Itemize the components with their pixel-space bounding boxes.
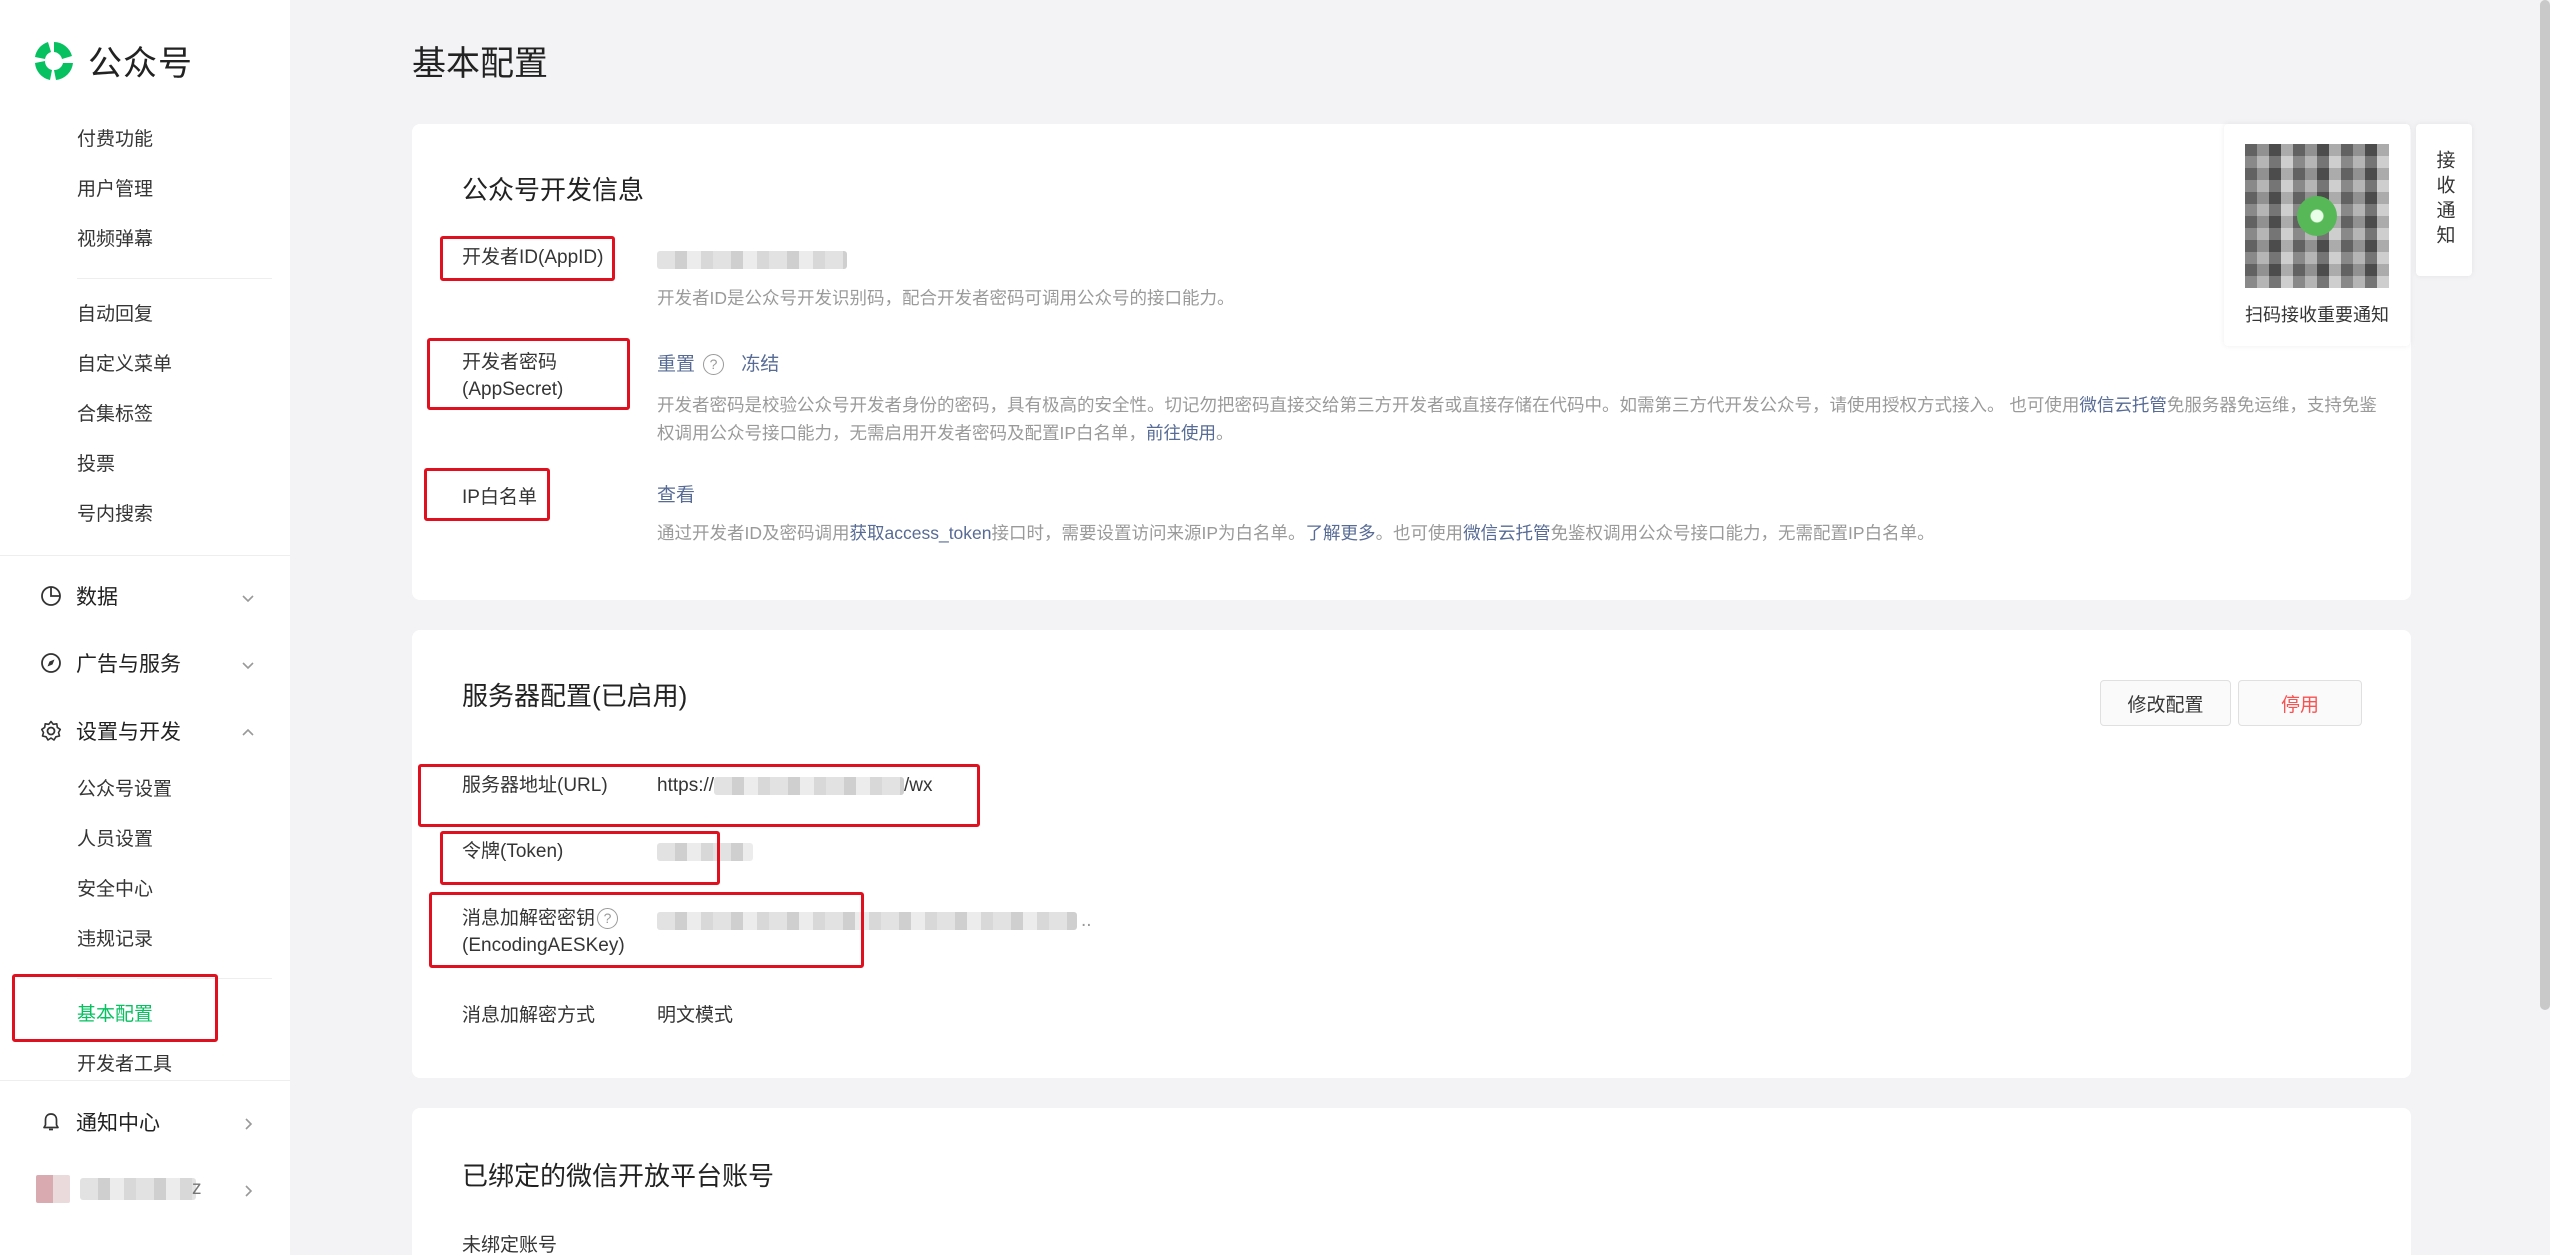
sidebar-user-account[interactable]: z <box>36 1173 256 1205</box>
help-circle-icon[interactable]: ? <box>703 354 725 376</box>
appid-description: 开发者ID是公众号开发识别码，配合开发者密码可调用公众号的接口能力。 <box>657 288 1235 308</box>
aes-key-tail: .. <box>1081 910 1092 931</box>
sidebar-group-data[interactable]: 数据 <box>40 580 256 612</box>
get-access-token-link[interactable]: 获取access_token <box>850 523 992 543</box>
sidebar-item-violation-records[interactable]: 违规记录 <box>77 928 153 952</box>
highlight-box <box>424 468 550 521</box>
ip-whitelist-view-link[interactable]: 查看 <box>657 482 695 509</box>
qr-center-logo <box>2297 196 2337 236</box>
sidebar-item-user-management[interactable]: 用户管理 <box>77 178 153 202</box>
desc-text: 。也可使用 <box>1375 523 1464 543</box>
section-title: 公众号开发信息 <box>462 175 645 205</box>
receive-notification-label: 接收通知 <box>2433 150 2455 250</box>
sidebar-group-label: 设置与开发 <box>76 721 181 744</box>
desc-text: 通过开发者ID及密码调用 <box>657 523 850 543</box>
sidebar-notify-center[interactable]: 通知中心 <box>40 1106 256 1138</box>
app-root: 公众号 付费功能 用户管理 视频弹幕 自动回复 自定义菜单 合集标签 投票 号内… <box>0 0 2550 1255</box>
desc-text: 开发者密码是校验公众号开发者身份的密码，具有极高的安全性。切记勿把密码直接交给第… <box>657 395 2080 415</box>
desc-text: 。 <box>1216 423 1234 443</box>
chevron-down-icon <box>240 655 256 671</box>
qr-notify-card: 扫码接收重要通知 <box>2224 124 2410 346</box>
wechat-cloud-hosting-link[interactable]: 微信云托管 <box>2079 395 2167 415</box>
reset-secret-link[interactable]: 重置 <box>657 354 695 375</box>
dev-info-card: 公众号开发信息 开发者ID(AppID) 开发者ID是公众号开发识别码，配合开发… <box>412 124 2411 600</box>
freeze-secret-link[interactable]: 冻结 <box>741 354 779 375</box>
page-title: 基本配置 <box>412 45 548 83</box>
highlight-box <box>429 892 864 968</box>
sidebar-item-developer-tools[interactable]: 开发者工具 <box>77 1053 172 1077</box>
app-title: 公众号 <box>88 45 193 83</box>
highlight-box <box>418 764 980 827</box>
sidebar: 公众号 付费功能 用户管理 视频弹幕 自动回复 自定义菜单 合集标签 投票 号内… <box>0 0 290 1255</box>
sidebar-item-auto-reply[interactable]: 自动回复 <box>77 303 153 327</box>
sidebar-item-security-center[interactable]: 安全中心 <box>77 878 153 902</box>
sidebar-group-settings-dev[interactable]: 设置与开发 <box>40 715 256 747</box>
chevron-down-icon <box>240 588 256 604</box>
highlight-box <box>427 338 630 410</box>
sidebar-item-personnel-settings[interactable]: 人员设置 <box>77 828 153 852</box>
sidebar-group-ads-services[interactable]: 广告与服务 <box>40 647 256 679</box>
bound-open-platform-card: 已绑定的微信开放平台账号 未绑定账号 <box>412 1108 2411 1255</box>
account-name-suffix: z <box>192 1178 202 1199</box>
sidebar-item-paid-features[interactable]: 付费功能 <box>77 128 153 152</box>
highlight-box <box>440 236 615 281</box>
ip-whitelist-description: 通过开发者ID及密码调用获取access_token接口时，需要设置访问来源IP… <box>657 519 2377 547</box>
sidebar-item-in-account-search[interactable]: 号内搜索 <box>77 503 153 527</box>
modify-config-button[interactable]: 修改配置 <box>2100 680 2231 726</box>
learn-more-link[interactable]: 了解更多 <box>1306 523 1376 543</box>
appsecret-actions: 重置? 冻结 <box>657 351 779 378</box>
sidebar-divider <box>0 555 290 556</box>
desc-text: 免鉴权调用公众号接口能力，无需配置IP白名单。 <box>1550 523 1935 543</box>
go-use-link[interactable]: 前往使用 <box>1146 423 1216 443</box>
chevron-up-icon <box>240 723 256 739</box>
sidebar-item-vote[interactable]: 投票 <box>77 453 115 477</box>
section-title: 服务器配置(已启用) <box>462 681 688 711</box>
logo[interactable]: 公众号 <box>32 36 193 85</box>
highlight-box <box>440 831 720 885</box>
sidebar-group-label: 通知中心 <box>76 1112 160 1135</box>
sidebar-item-video-danmaku[interactable]: 视频弹幕 <box>77 228 153 252</box>
ip-whitelist-view-text[interactable]: 查看 <box>657 485 695 506</box>
qr-code <box>2245 144 2389 288</box>
server-config-card: 服务器配置(已启用) 修改配置 停用 服务器地址(URL) https:///w… <box>412 630 2411 1078</box>
chevron-right-icon <box>240 1114 256 1130</box>
qr-caption: 扫码接收重要通知 <box>2245 305 2389 325</box>
appid-value-redacted <box>657 251 847 269</box>
scrollbar[interactable] <box>2540 0 2550 1010</box>
wechat-official-logo-icon <box>32 39 76 83</box>
data-chart-icon <box>40 585 62 607</box>
sidebar-item-account-settings[interactable]: 公众号设置 <box>77 778 172 802</box>
bound-account-value: 未绑定账号 <box>462 1235 558 1255</box>
chevron-right-icon <box>240 1181 256 1197</box>
section-title: 已绑定的微信开放平台账号 <box>462 1161 775 1191</box>
sidebar-group-label: 数据 <box>76 586 118 609</box>
account-name-redacted <box>80 1178 196 1200</box>
encrypt-mode-label: 消息加解密方式 <box>462 1005 596 1026</box>
gear-icon <box>40 720 62 742</box>
sidebar-divider <box>0 1080 290 1081</box>
disable-button[interactable]: 停用 <box>2238 680 2362 726</box>
avatar <box>36 1175 70 1203</box>
compass-icon <box>40 652 62 674</box>
highlight-box <box>12 974 218 1042</box>
sidebar-item-custom-menu[interactable]: 自定义菜单 <box>77 353 172 377</box>
wechat-cloud-hosting-link[interactable]: 微信云托管 <box>1463 523 1551 543</box>
desc-text: 接口时，需要设置访问来源IP为白名单。 <box>991 523 1306 543</box>
bell-icon <box>40 1111 62 1133</box>
sidebar-group-label: 广告与服务 <box>76 653 181 676</box>
sidebar-item-collection-tags[interactable]: 合集标签 <box>77 403 153 427</box>
appsecret-description: 开发者密码是校验公众号开发者身份的密码，具有极高的安全性。切记勿把密码直接交给第… <box>657 391 2377 447</box>
encrypt-mode-value: 明文模式 <box>657 1005 734 1026</box>
sidebar-divider <box>77 278 272 279</box>
receive-notification-tab[interactable]: 接收通知 <box>2416 124 2472 276</box>
